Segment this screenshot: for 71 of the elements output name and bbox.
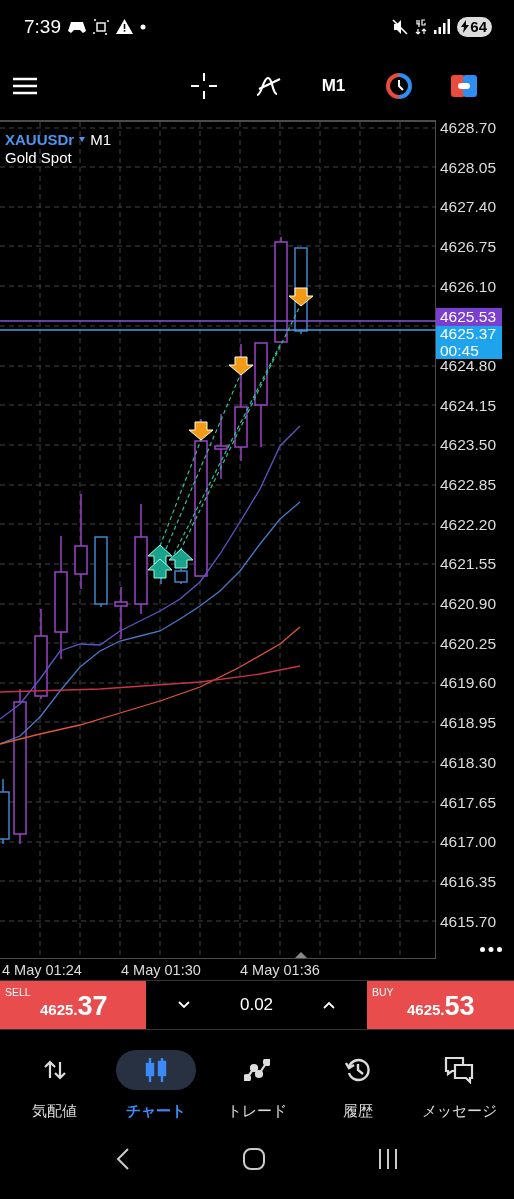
clock-icon (385, 73, 412, 100)
sell-button[interactable]: SELL 4625.37 (0, 981, 146, 1030)
recent-apps-icon[interactable] (377, 1148, 398, 1169)
time-label: 4 May 01:36 (240, 961, 321, 978)
battery-indicator: 64 (457, 16, 492, 37)
chart-icon (144, 1058, 167, 1083)
bid-price-badge: 4625.37 00:45 (436, 326, 502, 360)
chevron-up-icon (323, 1001, 335, 1010)
warning-icon (116, 19, 133, 35)
nav-tab[interactable]: 履歴 (307, 1050, 409, 1122)
price-label: 4616.35 (440, 872, 497, 891)
chevron-down-icon (178, 1001, 190, 1010)
symbol-selector[interactable]: XAUUSDr (5, 130, 75, 149)
caret-icon[interactable] (79, 137, 86, 143)
price-label: 4627.40 (440, 198, 497, 217)
price-label: 4618.95 (440, 714, 497, 733)
price-label: 4617.00 (440, 833, 497, 852)
symbol-description: Gold Spot (5, 148, 73, 167)
messages-icon (444, 1056, 475, 1085)
network-4g-icon (415, 18, 428, 35)
trade-icon (244, 1059, 270, 1082)
price-label: 4620.90 (440, 595, 497, 614)
price-label: 4628.70 (440, 118, 497, 137)
price-label: 4626.10 (440, 277, 497, 296)
nav-tab[interactable]: チャート (105, 1050, 207, 1122)
back-icon[interactable] (116, 1147, 131, 1170)
candle (94, 536, 108, 608)
signal-icon (434, 19, 451, 35)
price-label: 4622.85 (440, 476, 497, 494)
down-arrow-marker (288, 287, 314, 307)
price-label: 4619.60 (440, 674, 497, 693)
time-label: 4 May 01:30 (121, 961, 202, 978)
toggle-icon (450, 75, 477, 98)
price-label: 4617.65 (440, 793, 497, 812)
clock-time: 7:39 (24, 15, 61, 38)
notification-dot-icon (140, 23, 146, 30)
price-label: 4628.05 (440, 158, 497, 177)
price-label: 4618.30 (440, 753, 497, 772)
quotes-icon (43, 1060, 66, 1081)
price-label: 4621.55 (440, 555, 497, 574)
more-icon[interactable] (480, 947, 502, 953)
price-label: 4615.70 (440, 912, 497, 931)
current-bar-marker (295, 951, 307, 958)
crosshair-icon (190, 73, 217, 100)
price-label: 4623.50 (440, 436, 497, 455)
home-icon[interactable] (243, 1147, 265, 1170)
wave-icon (255, 75, 282, 98)
candle (174, 568, 188, 585)
chart-timeframe: M1 (90, 130, 112, 149)
price-label: 4626.75 (440, 237, 497, 256)
volume-value: 0.02 (239, 995, 274, 1016)
timeframe-button[interactable]: M1 (301, 64, 366, 109)
candle (114, 586, 128, 640)
down-arrow-marker (188, 421, 214, 441)
price-label: 4622.20 (440, 515, 497, 534)
history-icon (345, 1057, 372, 1084)
down-arrow-marker (228, 356, 254, 376)
price-label: 4620.25 (440, 634, 497, 653)
candle (214, 413, 228, 480)
game-controller-icon (68, 19, 86, 34)
mute-icon (392, 18, 409, 35)
up-arrow-marker (168, 548, 194, 569)
buy-button[interactable]: BUY 4625.53 (367, 981, 514, 1030)
crop-icon (93, 18, 109, 35)
time-label: 4 May 01:24 (2, 961, 83, 978)
nav-tab[interactable]: トレード (206, 1050, 308, 1122)
nav-tab[interactable]: 気配値 (4, 1050, 106, 1122)
candle (0, 778, 10, 845)
nav-tab[interactable]: メッセージ (408, 1050, 510, 1122)
price-label: 4624.15 (440, 396, 497, 415)
ask-price-badge: 4625.53 (436, 308, 502, 327)
